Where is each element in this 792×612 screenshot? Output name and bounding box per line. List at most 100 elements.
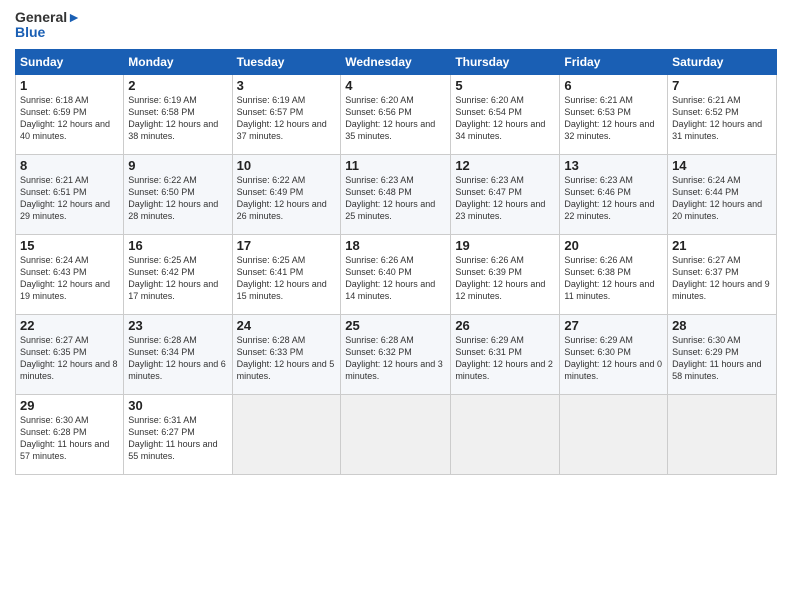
day-number: 16 <box>128 238 227 253</box>
day-cell-5: 5 Sunrise: 6:20 AMSunset: 6:54 PMDayligh… <box>451 74 560 154</box>
day-info: Sunrise: 6:26 AMSunset: 6:39 PMDaylight:… <box>455 255 545 301</box>
day-cell-21: 21 Sunrise: 6:27 AMSunset: 6:37 PMDaylig… <box>668 234 777 314</box>
day-number: 17 <box>237 238 337 253</box>
col-header-thursday: Thursday <box>451 49 560 74</box>
day-number: 1 <box>20 78 119 93</box>
day-cell-25: 25 Sunrise: 6:28 AMSunset: 6:32 PMDaylig… <box>341 314 451 394</box>
day-number: 5 <box>455 78 555 93</box>
empty-cell <box>341 394 451 474</box>
header: General► Blue <box>15 10 777 41</box>
empty-cell <box>560 394 668 474</box>
day-number: 19 <box>455 238 555 253</box>
col-header-sunday: Sunday <box>16 49 124 74</box>
col-header-monday: Monday <box>124 49 232 74</box>
day-number: 20 <box>564 238 663 253</box>
day-cell-30: 30 Sunrise: 6:31 AMSunset: 6:27 PMDaylig… <box>124 394 232 474</box>
day-number: 22 <box>20 318 119 333</box>
day-cell-29: 29 Sunrise: 6:30 AMSunset: 6:28 PMDaylig… <box>16 394 124 474</box>
day-number: 12 <box>455 158 555 173</box>
day-cell-4: 4 Sunrise: 6:20 AMSunset: 6:56 PMDayligh… <box>341 74 451 154</box>
day-info: Sunrise: 6:27 AMSunset: 6:35 PMDaylight:… <box>20 335 118 381</box>
day-number: 2 <box>128 78 227 93</box>
day-cell-17: 17 Sunrise: 6:25 AMSunset: 6:41 PMDaylig… <box>232 234 341 314</box>
col-header-wednesday: Wednesday <box>341 49 451 74</box>
day-cell-18: 18 Sunrise: 6:26 AMSunset: 6:40 PMDaylig… <box>341 234 451 314</box>
day-number: 21 <box>672 238 772 253</box>
day-number: 24 <box>237 318 337 333</box>
day-number: 10 <box>237 158 337 173</box>
day-info: Sunrise: 6:23 AMSunset: 6:47 PMDaylight:… <box>455 175 545 221</box>
day-number: 6 <box>564 78 663 93</box>
logo: General► Blue <box>15 10 81 41</box>
day-cell-27: 27 Sunrise: 6:29 AMSunset: 6:30 PMDaylig… <box>560 314 668 394</box>
day-cell-11: 11 Sunrise: 6:23 AMSunset: 6:48 PMDaylig… <box>341 154 451 234</box>
day-info: Sunrise: 6:28 AMSunset: 6:32 PMDaylight:… <box>345 335 443 381</box>
day-info: Sunrise: 6:21 AMSunset: 6:52 PMDaylight:… <box>672 95 762 141</box>
day-info: Sunrise: 6:24 AMSunset: 6:43 PMDaylight:… <box>20 255 110 301</box>
day-cell-8: 8 Sunrise: 6:21 AMSunset: 6:51 PMDayligh… <box>16 154 124 234</box>
day-number: 4 <box>345 78 446 93</box>
col-header-friday: Friday <box>560 49 668 74</box>
logo-general: General► <box>15 10 81 25</box>
day-info: Sunrise: 6:23 AMSunset: 6:48 PMDaylight:… <box>345 175 435 221</box>
calendar-table: SundayMondayTuesdayWednesdayThursdayFrid… <box>15 49 777 475</box>
empty-cell <box>232 394 341 474</box>
day-number: 25 <box>345 318 446 333</box>
day-info: Sunrise: 6:24 AMSunset: 6:44 PMDaylight:… <box>672 175 762 221</box>
day-cell-28: 28 Sunrise: 6:30 AMSunset: 6:29 PMDaylig… <box>668 314 777 394</box>
day-number: 14 <box>672 158 772 173</box>
header-row: SundayMondayTuesdayWednesdayThursdayFrid… <box>16 49 777 74</box>
day-cell-15: 15 Sunrise: 6:24 AMSunset: 6:43 PMDaylig… <box>16 234 124 314</box>
day-info: Sunrise: 6:30 AMSunset: 6:28 PMDaylight:… <box>20 415 109 461</box>
logo-blue: Blue <box>15 25 45 40</box>
calendar-week-1: 1 Sunrise: 6:18 AMSunset: 6:59 PMDayligh… <box>16 74 777 154</box>
col-header-tuesday: Tuesday <box>232 49 341 74</box>
day-cell-2: 2 Sunrise: 6:19 AMSunset: 6:58 PMDayligh… <box>124 74 232 154</box>
day-info: Sunrise: 6:20 AMSunset: 6:56 PMDaylight:… <box>345 95 435 141</box>
day-number: 27 <box>564 318 663 333</box>
day-number: 18 <box>345 238 446 253</box>
day-number: 7 <box>672 78 772 93</box>
day-cell-1: 1 Sunrise: 6:18 AMSunset: 6:59 PMDayligh… <box>16 74 124 154</box>
day-info: Sunrise: 6:25 AMSunset: 6:42 PMDaylight:… <box>128 255 218 301</box>
day-cell-26: 26 Sunrise: 6:29 AMSunset: 6:31 PMDaylig… <box>451 314 560 394</box>
day-number: 15 <box>20 238 119 253</box>
day-number: 13 <box>564 158 663 173</box>
day-info: Sunrise: 6:18 AMSunset: 6:59 PMDaylight:… <box>20 95 110 141</box>
calendar-week-2: 8 Sunrise: 6:21 AMSunset: 6:51 PMDayligh… <box>16 154 777 234</box>
day-info: Sunrise: 6:29 AMSunset: 6:30 PMDaylight:… <box>564 335 662 381</box>
day-number: 28 <box>672 318 772 333</box>
day-info: Sunrise: 6:27 AMSunset: 6:37 PMDaylight:… <box>672 255 770 301</box>
day-info: Sunrise: 6:21 AMSunset: 6:53 PMDaylight:… <box>564 95 654 141</box>
day-info: Sunrise: 6:28 AMSunset: 6:33 PMDaylight:… <box>237 335 335 381</box>
day-info: Sunrise: 6:31 AMSunset: 6:27 PMDaylight:… <box>128 415 217 461</box>
day-number: 30 <box>128 398 227 413</box>
day-cell-9: 9 Sunrise: 6:22 AMSunset: 6:50 PMDayligh… <box>124 154 232 234</box>
day-cell-10: 10 Sunrise: 6:22 AMSunset: 6:49 PMDaylig… <box>232 154 341 234</box>
day-cell-7: 7 Sunrise: 6:21 AMSunset: 6:52 PMDayligh… <box>668 74 777 154</box>
day-number: 26 <box>455 318 555 333</box>
empty-cell <box>451 394 560 474</box>
day-info: Sunrise: 6:25 AMSunset: 6:41 PMDaylight:… <box>237 255 327 301</box>
day-info: Sunrise: 6:23 AMSunset: 6:46 PMDaylight:… <box>564 175 654 221</box>
day-cell-16: 16 Sunrise: 6:25 AMSunset: 6:42 PMDaylig… <box>124 234 232 314</box>
col-header-saturday: Saturday <box>668 49 777 74</box>
day-info: Sunrise: 6:22 AMSunset: 6:50 PMDaylight:… <box>128 175 218 221</box>
day-cell-6: 6 Sunrise: 6:21 AMSunset: 6:53 PMDayligh… <box>560 74 668 154</box>
day-number: 8 <box>20 158 119 173</box>
day-info: Sunrise: 6:28 AMSunset: 6:34 PMDaylight:… <box>128 335 226 381</box>
day-number: 23 <box>128 318 227 333</box>
empty-cell <box>668 394 777 474</box>
day-cell-3: 3 Sunrise: 6:19 AMSunset: 6:57 PMDayligh… <box>232 74 341 154</box>
calendar-week-3: 15 Sunrise: 6:24 AMSunset: 6:43 PMDaylig… <box>16 234 777 314</box>
day-cell-22: 22 Sunrise: 6:27 AMSunset: 6:35 PMDaylig… <box>16 314 124 394</box>
day-number: 11 <box>345 158 446 173</box>
day-cell-24: 24 Sunrise: 6:28 AMSunset: 6:33 PMDaylig… <box>232 314 341 394</box>
calendar-week-4: 22 Sunrise: 6:27 AMSunset: 6:35 PMDaylig… <box>16 314 777 394</box>
day-number: 29 <box>20 398 119 413</box>
day-number: 3 <box>237 78 337 93</box>
day-cell-23: 23 Sunrise: 6:28 AMSunset: 6:34 PMDaylig… <box>124 314 232 394</box>
day-cell-20: 20 Sunrise: 6:26 AMSunset: 6:38 PMDaylig… <box>560 234 668 314</box>
day-info: Sunrise: 6:19 AMSunset: 6:57 PMDaylight:… <box>237 95 327 141</box>
day-info: Sunrise: 6:30 AMSunset: 6:29 PMDaylight:… <box>672 335 761 381</box>
